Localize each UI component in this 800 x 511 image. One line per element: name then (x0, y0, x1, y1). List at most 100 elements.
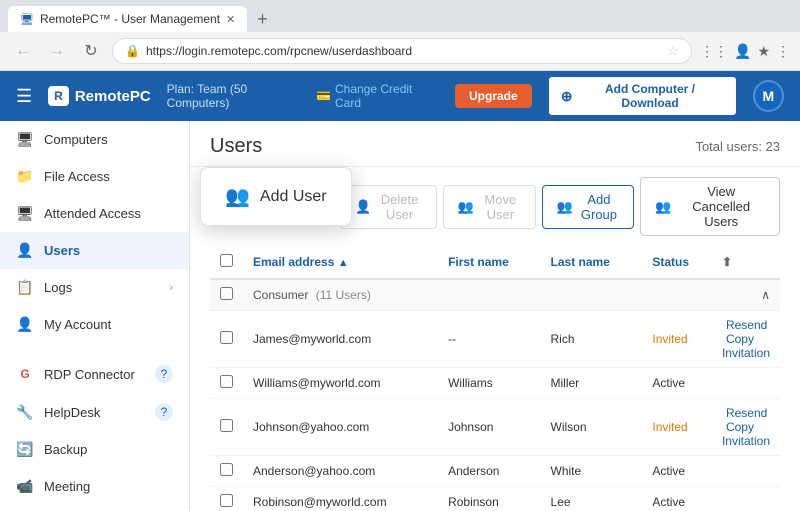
upgrade-button[interactable]: Upgrade (455, 84, 532, 108)
question-icon-rdp[interactable]: ? (155, 365, 173, 383)
table-header-row: Email address ▲ First name Last name Sta… (210, 246, 780, 279)
sidebar-item-users[interactable]: 👤 Users (0, 232, 189, 269)
row-check-cell (210, 399, 243, 456)
settings-icon[interactable]: ⋮ (776, 43, 790, 60)
new-tab-button[interactable]: + (251, 9, 274, 30)
sidebar-item-meeting[interactable]: 📹 Meeting (0, 468, 189, 505)
row-first-name: Johnson (438, 399, 540, 456)
group-checkbox[interactable] (220, 287, 233, 300)
url-input[interactable] (146, 44, 661, 58)
view-cancelled-button[interactable]: 👥 View Cancelled Users (640, 177, 780, 236)
table-row: Robinson@myworld.com Robinson Lee Active (210, 487, 780, 511)
sidebar-item-helpdesk[interactable]: 🔧 HelpDesk ? (0, 393, 189, 431)
move-icon: 👥 (458, 199, 474, 215)
select-all-checkbox[interactable] (220, 254, 233, 267)
table-row: Johnson@yahoo.com Johnson Wilson Invited… (210, 399, 780, 456)
folder-icon: 📁 (16, 168, 34, 185)
sidebar-item-rdp-connector[interactable]: G RDP Connector ? (0, 355, 189, 393)
table-row: James@myworld.com -- Rich Invited Resend… (210, 311, 780, 368)
favorites-icon[interactable]: ★ (757, 43, 770, 60)
lock-icon: 🔒 (125, 44, 140, 58)
row-first-name: Anderson (438, 456, 540, 487)
hamburger-icon[interactable]: ☰ (16, 86, 32, 107)
status-badge: Active (652, 464, 685, 478)
add-computer-button[interactable]: ⊕ Add Computer / Download (548, 76, 737, 116)
app-logo: R RemotePC (48, 86, 151, 106)
row-actions: Resend Copy Invitation (712, 399, 780, 456)
row-last-name: Wilson (541, 399, 643, 456)
row-email: Williams@myworld.com (243, 368, 438, 399)
sidebar-label-my-account: My Account (44, 317, 111, 332)
reload-button[interactable]: ↻ (78, 38, 104, 64)
row-last-name: Rich (541, 311, 643, 368)
sidebar-item-my-account[interactable]: 👤 My Account (0, 306, 189, 343)
back-button[interactable]: ← (10, 38, 36, 64)
question-icon-helpdesk[interactable]: ? (155, 403, 173, 421)
monitor-icon: 🖥 (16, 131, 34, 148)
copy-invitation-link[interactable]: Copy Invitation (722, 332, 770, 360)
toolbar: 👥 Add User 👤 Delete User 👥 Move User 👥 A… (190, 167, 800, 246)
col-header-check (210, 246, 243, 279)
app-header: ☰ R RemotePC Plan: Team (50 Computers) 💳… (0, 71, 800, 121)
sidebar-item-logs[interactable]: 📋 Logs › (0, 269, 189, 306)
logo-text: RemotePC (75, 88, 151, 105)
bookmark-icon: ☆ (667, 43, 679, 59)
move-user-button[interactable]: 👥 Move User (443, 185, 536, 229)
sidebar: 🖥 Computers 📁 File Access 🖥 Attended Acc… (0, 121, 190, 511)
copy-invitation-link[interactable]: Copy Invitation (722, 420, 770, 448)
col-header-actions: ⬆ (712, 246, 780, 279)
profile-icon[interactable]: 👤 (734, 43, 751, 60)
row-email: Robinson@myworld.com (243, 487, 438, 511)
row-checkbox[interactable] (220, 331, 233, 344)
sidebar-label-computers: Computers (44, 132, 108, 147)
row-actions (712, 487, 780, 511)
delete-user-button[interactable]: 👤 Delete User (340, 185, 437, 229)
browser-tab[interactable]: 🖥 RemotePC™ - User Management ✕ (8, 6, 247, 32)
address-bar: 🔒 ☆ (112, 38, 692, 64)
row-actions (712, 456, 780, 487)
group-name: Consumer (253, 288, 308, 302)
row-checkbox[interactable] (220, 494, 233, 507)
sidebar-label-helpdesk: HelpDesk (44, 405, 100, 420)
row-checkbox[interactable] (220, 375, 233, 388)
page-title: Users (210, 135, 262, 158)
resend-link[interactable]: Resend (726, 406, 767, 420)
row-check-cell (210, 487, 243, 511)
table-row: Williams@myworld.com Williams Miller Act… (210, 368, 780, 399)
add-user-popup: 👥 Add User (200, 167, 352, 226)
user-avatar[interactable]: M (753, 80, 784, 112)
group-check-cell (210, 279, 243, 311)
col-header-email[interactable]: Email address ▲ (243, 246, 438, 279)
sidebar-item-backup[interactable]: 🔄 Backup (0, 431, 189, 468)
users-icon: 👤 (16, 242, 34, 259)
row-actions: Resend Copy Invitation (712, 311, 780, 368)
users-table: Email address ▲ First name Last name Sta… (210, 246, 780, 511)
credit-card-link[interactable]: 💳 Change Credit Card (316, 82, 439, 110)
tab-close-button[interactable]: ✕ (226, 13, 235, 26)
sidebar-item-computers[interactable]: 🖥 Computers (0, 121, 189, 158)
tab-title: RemotePC™ - User Management (40, 12, 220, 26)
sidebar-item-attended-access[interactable]: 🖥 Attended Access (0, 195, 189, 232)
main-header: Users Total users: 23 (190, 121, 800, 167)
row-checkbox[interactable] (220, 419, 233, 432)
extensions-icon[interactable]: ⋮⋮ (700, 43, 728, 60)
resend-link[interactable]: Resend (726, 318, 767, 332)
col-header-first: First name (438, 246, 540, 279)
status-badge: Active (652, 376, 685, 390)
plan-info: Plan: Team (50 Computers) 💳 Change Credi… (167, 82, 439, 110)
status-badge: Invited (652, 332, 687, 346)
attended-icon: 🖥 (16, 205, 34, 222)
col-header-status: Status (642, 246, 712, 279)
row-status: Active (642, 456, 712, 487)
row-checkbox[interactable] (220, 463, 233, 476)
row-first-name: Robinson (438, 487, 540, 511)
collapse-icon: ∧ (761, 288, 770, 302)
row-last-name: Lee (541, 487, 643, 511)
logo-icon: R (48, 86, 69, 106)
sidebar-item-file-access[interactable]: 📁 File Access (0, 158, 189, 195)
add-group-button[interactable]: 👥 Add Group (542, 185, 635, 229)
row-check-cell (210, 368, 243, 399)
forward-button[interactable]: → (44, 38, 70, 64)
group-collapse-cell[interactable]: ∧ (712, 279, 780, 311)
sidebar-label-attended-access: Attended Access (44, 206, 141, 221)
